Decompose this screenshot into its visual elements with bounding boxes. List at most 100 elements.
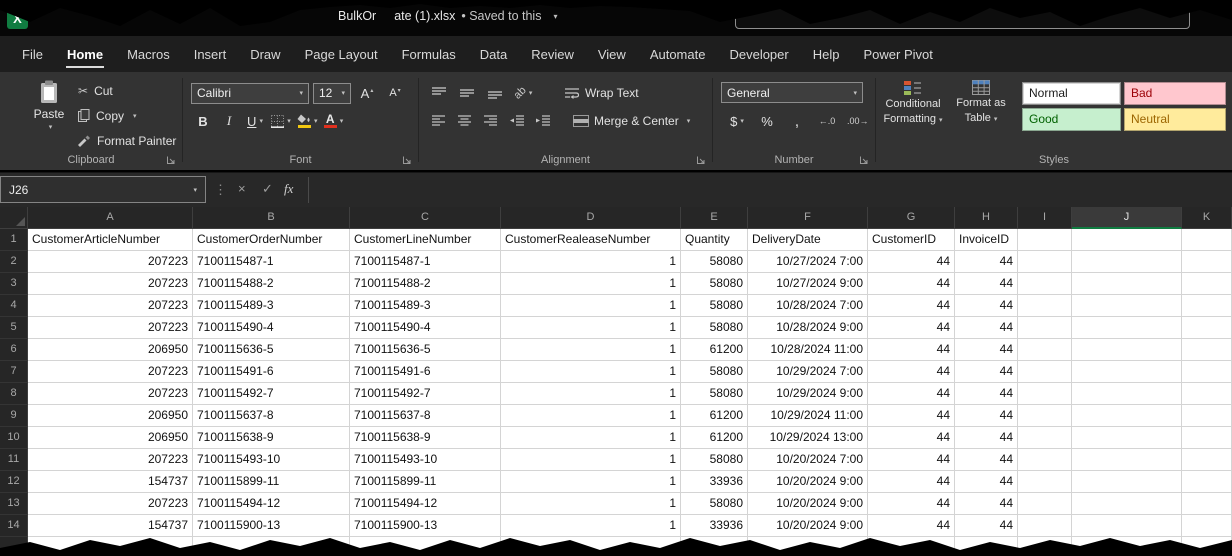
cell-J6[interactable] <box>1072 339 1182 361</box>
cell-E2[interactable]: 58080 <box>681 251 748 273</box>
cell-K6[interactable] <box>1182 339 1232 361</box>
cell-J13[interactable] <box>1072 493 1182 515</box>
cell-E9[interactable]: 61200 <box>681 405 748 427</box>
chevron-down-icon[interactable]: ▾ <box>553 12 557 21</box>
cell-E5[interactable]: 58080 <box>681 317 748 339</box>
cell-H10[interactable]: 44 <box>955 427 1018 449</box>
cell-J9[interactable] <box>1072 405 1182 427</box>
cell-E1[interactable]: Quantity <box>681 229 748 251</box>
cell-C14[interactable]: 7100115900-13 <box>350 515 501 537</box>
cell-B10[interactable]: 7100115638-9 <box>193 427 350 449</box>
cell-G7[interactable]: 44 <box>868 361 955 383</box>
cell-F7[interactable]: 10/29/2024 7:00 <box>748 361 868 383</box>
cell-A3[interactable]: 207223 <box>28 273 193 295</box>
borders-button[interactable]: ▾ <box>269 110 293 132</box>
cell-D9[interactable]: 1 <box>501 405 681 427</box>
cell-F9[interactable]: 10/29/2024 11:00 <box>748 405 868 427</box>
cell-F3[interactable]: 10/27/2024 9:00 <box>748 273 868 295</box>
cell-A13[interactable]: 207223 <box>28 493 193 515</box>
row-header-9[interactable]: 9 <box>0 405 28 427</box>
cell-style-good[interactable]: Good <box>1022 108 1121 131</box>
cell-D2[interactable]: 1 <box>501 251 681 273</box>
row-header-10[interactable]: 10 <box>0 427 28 449</box>
row-header-2[interactable]: 2 <box>0 251 28 273</box>
decrease-decimal-button[interactable]: .00→ <box>845 110 871 132</box>
menu-tab-home[interactable]: Home <box>55 36 115 72</box>
cell-K9[interactable] <box>1182 405 1232 427</box>
cell-H13[interactable]: 44 <box>955 493 1018 515</box>
cell-B[interactable] <box>193 537 350 556</box>
cell-J[interactable] <box>1072 537 1182 556</box>
name-box-dropdown-icon[interactable]: ▾ <box>193 186 197 194</box>
format-as-table-button[interactable]: Format as Table▾ <box>950 80 1012 126</box>
cell-A5[interactable]: 207223 <box>28 317 193 339</box>
cell-K4[interactable] <box>1182 295 1232 317</box>
cell-style-neutral[interactable]: Neutral <box>1124 108 1226 131</box>
cell-A1[interactable]: CustomerArticleNumber <box>28 229 193 251</box>
cell-I6[interactable] <box>1018 339 1072 361</box>
row-header-11[interactable]: 11 <box>0 449 28 471</box>
cell-B13[interactable]: 7100115494-12 <box>193 493 350 515</box>
cell-D8[interactable]: 1 <box>501 383 681 405</box>
menu-tab-formulas[interactable]: Formulas <box>390 36 468 72</box>
cell-I4[interactable] <box>1018 295 1072 317</box>
cell-G3[interactable]: 44 <box>868 273 955 295</box>
merge-center-button[interactable]: Merge & Center ▾ <box>573 114 690 128</box>
align-center-button[interactable] <box>453 110 477 132</box>
cell-I13[interactable] <box>1018 493 1072 515</box>
cell-H6[interactable]: 44 <box>955 339 1018 361</box>
cell-J14[interactable] <box>1072 515 1182 537</box>
cell-A4[interactable]: 207223 <box>28 295 193 317</box>
cell-K13[interactable] <box>1182 493 1232 515</box>
cell-C1[interactable]: CustomerLineNumber <box>350 229 501 251</box>
cell-C13[interactable]: 7100115494-12 <box>350 493 501 515</box>
menu-tab-file[interactable]: File <box>10 36 55 72</box>
cell-D10[interactable]: 1 <box>501 427 681 449</box>
decrease-indent-button[interactable] <box>505 110 529 132</box>
cell-E8[interactable]: 58080 <box>681 383 748 405</box>
menu-tab-help[interactable]: Help <box>801 36 852 72</box>
cell-E6[interactable]: 61200 <box>681 339 748 361</box>
insert-function-icon[interactable]: fx <box>284 181 293 197</box>
menu-tab-view[interactable]: View <box>586 36 638 72</box>
search-box[interactable] <box>735 2 1190 29</box>
menu-tab-developer[interactable]: Developer <box>717 36 800 72</box>
column-header-b[interactable]: B <box>193 207 350 229</box>
cell-H4[interactable]: 44 <box>955 295 1018 317</box>
cell-H7[interactable]: 44 <box>955 361 1018 383</box>
cell-D3[interactable]: 1 <box>501 273 681 295</box>
cell-H14[interactable]: 44 <box>955 515 1018 537</box>
increase-font-size-button[interactable]: A▴ <box>355 82 379 104</box>
cell-J4[interactable] <box>1072 295 1182 317</box>
cell-G4[interactable]: 44 <box>868 295 955 317</box>
cell-B6[interactable]: 7100115636-5 <box>193 339 350 361</box>
column-header-g[interactable]: G <box>868 207 955 229</box>
menu-tab-data[interactable]: Data <box>468 36 519 72</box>
cell-A10[interactable]: 206950 <box>28 427 193 449</box>
cell-G2[interactable]: 44 <box>868 251 955 273</box>
column-header-k[interactable]: K <box>1182 207 1232 229</box>
cell-E7[interactable]: 58080 <box>681 361 748 383</box>
copy-button[interactable]: Copy ▾ <box>74 103 180 128</box>
cell-D13[interactable]: 1 <box>501 493 681 515</box>
cell-H11[interactable]: 44 <box>955 449 1018 471</box>
cell-H9[interactable]: 44 <box>955 405 1018 427</box>
cell-I3[interactable] <box>1018 273 1072 295</box>
paste-button[interactable]: Paste ▾ <box>26 80 72 131</box>
cell-C5[interactable]: 7100115490-4 <box>350 317 501 339</box>
row-header-3[interactable]: 3 <box>0 273 28 295</box>
cell-A6[interactable]: 206950 <box>28 339 193 361</box>
align-top-button[interactable] <box>427 82 451 104</box>
cell-G9[interactable]: 44 <box>868 405 955 427</box>
orientation-button[interactable]: ab▾ <box>511 82 535 104</box>
cell-K12[interactable] <box>1182 471 1232 493</box>
select-all-button[interactable] <box>0 207 28 229</box>
row-header-8[interactable]: 8 <box>0 383 28 405</box>
cell-J1[interactable] <box>1072 229 1182 251</box>
excel-logo-icon[interactable]: X <box>7 8 28 29</box>
decrease-font-size-button[interactable]: A▾ <box>383 82 407 104</box>
cell-G12[interactable]: 44 <box>868 471 955 493</box>
cell-D14[interactable]: 1 <box>501 515 681 537</box>
row-header-13[interactable]: 13 <box>0 493 28 515</box>
cell-H1[interactable]: InvoiceID <box>955 229 1018 251</box>
